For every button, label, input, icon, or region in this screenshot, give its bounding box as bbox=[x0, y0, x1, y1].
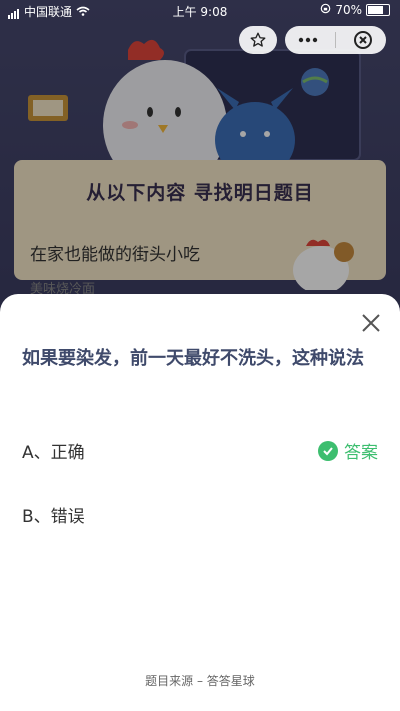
option-a[interactable]: A、正确 bbox=[22, 438, 85, 463]
battery-icon bbox=[366, 4, 390, 16]
quiz-sheet: 如果要染发，前一天最好不洗头，这种说法 A、正确 答案 B、错误 题目来源 – … bbox=[0, 294, 400, 711]
battery-percent: 70% bbox=[335, 3, 362, 17]
star-icon bbox=[245, 27, 271, 53]
close-miniprogram-icon[interactable] bbox=[350, 27, 376, 53]
option-b[interactable]: B、错误 bbox=[22, 502, 85, 527]
check-icon bbox=[318, 440, 338, 461]
status-bar: 中国联通 上午 9:08 70% bbox=[0, 0, 400, 22]
answer-indicator: 答案 bbox=[318, 438, 378, 463]
question-text: 如果要染发，前一天最好不洗头，这种说法 bbox=[22, 348, 364, 369]
more-icon[interactable] bbox=[295, 27, 321, 53]
source-footer: 题目来源 – 答答星球 bbox=[145, 674, 255, 688]
answer-label: 答案 bbox=[344, 443, 378, 463]
divider bbox=[335, 32, 336, 48]
close-icon[interactable] bbox=[360, 312, 382, 334]
favorite-button[interactable] bbox=[239, 26, 277, 54]
orientation-lock-icon bbox=[320, 3, 331, 17]
